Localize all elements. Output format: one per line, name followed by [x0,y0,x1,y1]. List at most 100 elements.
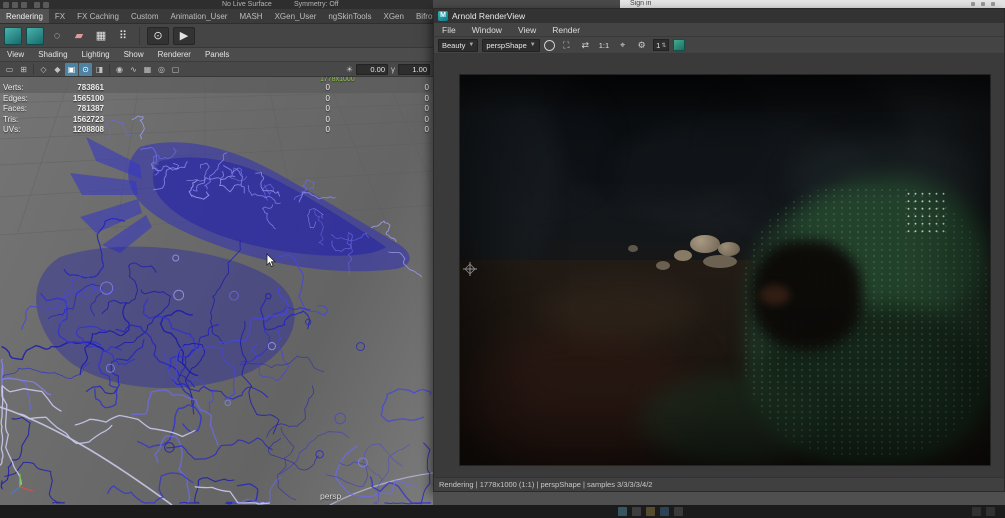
window-control-icon[interactable] [971,2,975,6]
toolbar-separator [109,63,110,75]
shelf-tab-custom[interactable]: Custom [125,9,165,23]
perspective-viewport[interactable]: Verts: 783861 0 0 Edges: 1565100 0 0 Fac… [0,77,433,505]
wire-loop [315,450,324,459]
taskbar-tray-icon[interactable] [986,507,995,516]
camera-selected-label: perspShape [486,40,527,50]
status-icon[interactable] [34,2,40,8]
taskbar-app-icon[interactable] [618,507,627,516]
shelf-tab-animation-user[interactable]: Animation_User [165,9,234,23]
wire-strand [106,119,132,140]
arnold-menu-window[interactable]: Window [464,25,510,35]
background-window-strip: Sign in [620,0,1005,8]
textured-display-icon[interactable]: ▣ [65,62,78,76]
shelf-tab-xgen-user[interactable]: XGen_User [269,9,323,23]
chevron-down-icon: ▼ [468,41,475,48]
aov-dropdown[interactable]: Beauty ▼ [438,38,479,52]
shelf-tab-bar: Rendering FX FX Caching Custom Animation… [0,9,433,24]
shelf-tab-fx-caching[interactable]: FX Caching [71,9,125,23]
toolbar-separator [33,63,34,75]
taskbar-tray-icon[interactable] [972,507,981,516]
render-region [434,54,1004,479]
isolate-select-icon[interactable]: ▢ [169,63,182,76]
wire-strand [131,115,145,140]
window-control-icon[interactable] [991,2,995,6]
wireframe-scene [0,77,433,505]
exposure-field[interactable]: 0.00 [356,63,388,75]
fluids-2d-icon[interactable] [4,26,22,45]
grid-tool-icon[interactable]: ▦ [92,27,110,45]
menu-panels[interactable]: Panels [198,50,236,59]
wireframe-display-icon[interactable]: ◇ [37,63,50,76]
fluids-3d-icon[interactable] [26,26,44,45]
zoom-1-1-button[interactable]: 1:1 [597,41,611,50]
arnold-titlebar[interactable]: M Arnold RenderView [434,9,1004,23]
gamma-icon: γ [391,64,395,74]
status-icon[interactable] [3,2,9,8]
four-view-layout-icon[interactable]: ⊞ [17,63,30,76]
wire-strand [266,385,315,438]
debug-gear-icon[interactable]: ⚙ [634,39,649,52]
color-management-icon[interactable] [673,39,686,51]
horizon-band [0,77,433,93]
arnold-menu-view[interactable]: View [510,25,544,35]
wire-strand [107,472,194,504]
taskbar [0,505,1005,518]
taskbar-app-icon[interactable] [646,507,655,516]
status-icon[interactable] [12,2,18,8]
shelf-tab-mash[interactable]: MASH [233,9,268,23]
motion-blur-icon[interactable]: ∿ [127,63,140,76]
shaded-display-icon[interactable]: ◆ [51,63,64,76]
isolate-eye-icon[interactable]: ⊙ [147,26,169,45]
render-toggle-icon[interactable] [543,39,555,51]
wire-strand [74,414,196,438]
shelf-tab-rendering[interactable]: Rendering [0,9,49,23]
shadows-display-icon[interactable]: ◨ [93,63,106,76]
ambient-occlusion-icon[interactable]: ◉ [113,63,126,76]
shelf-tab-bifrost[interactable]: Bifrost [410,9,433,23]
wire-strand [1,384,62,412]
arnold-menubar: File Window View Render [434,23,1004,37]
exposure-stepper[interactable]: 1 ⇅ [653,39,670,51]
dot-grid-tool-icon[interactable]: ⠿ [114,27,132,45]
panel-menu-bar: View Shading Lighting Show Renderer Pane… [0,48,433,62]
sign-in-button[interactable]: Sign in [630,0,651,8]
menu-show[interactable]: Show [117,50,151,59]
shelf-tab-xgen[interactable]: XGen [378,9,410,23]
multisampling-icon[interactable]: ▦ [141,63,154,76]
taskbar-app-icon[interactable] [660,507,669,516]
taskbar-app-icon[interactable] [674,507,683,516]
maya-app-icon: M [438,11,448,21]
arnold-menu-render[interactable]: Render [544,25,588,35]
menu-view[interactable]: View [0,50,31,59]
playblast-icon[interactable]: ▶ [173,26,195,45]
menu-lighting[interactable]: Lighting [75,50,117,59]
lighting-display-icon[interactable]: ⊙ [79,62,92,76]
lasso-tool-icon[interactable]: ◌ [48,27,66,45]
ab-compare-icon[interactable]: ⇄ [578,39,593,52]
viewport-toolbar: ▭ ⊞ ◇ ◆ ▣ ⊙ ◨ ◉ ∿ ▦ ◎ ▢ ☀ 0.00 γ 1.00 [0,62,433,77]
arnold-toolbar: Beauty ▼ perspShape ▼ ⛶ ⇄ 1:1 ⌖ ⚙ 1 ⇅ [434,37,1004,54]
menu-renderer[interactable]: Renderer [151,50,198,59]
shelf-tab-ngskintools[interactable]: ngSkinTools [322,9,377,23]
arnold-renderview-window: M Arnold RenderView File Window View Ren… [433,8,1005,492]
finger [70,173,138,195]
single-view-layout-icon[interactable]: ▭ [3,63,16,76]
stepper-arrows-icon[interactable]: ⇅ [661,42,666,49]
shelf-tab-fx[interactable]: FX [49,9,71,23]
region-select-icon[interactable]: ⌖ [615,39,630,52]
arnold-window-title: Arnold RenderView [452,11,526,21]
snapshot-icon[interactable]: ⛶ [559,39,574,52]
camera-dropdown[interactable]: perspShape ▼ [482,38,540,52]
render-image[interactable] [459,74,991,466]
depth-of-field-icon[interactable]: ◎ [155,63,168,76]
status-icon[interactable] [43,2,49,8]
arnold-menu-file[interactable]: File [434,25,464,35]
status-icon[interactable] [21,2,27,8]
window-control-icon[interactable] [981,2,985,6]
aov-selected-label: Beauty [442,40,466,50]
taskbar-app-icon[interactable] [632,507,641,516]
wire-strand [276,426,297,501]
eraser-tool-icon[interactable]: ▰ [70,27,88,45]
gamma-field[interactable]: 1.00 [398,63,430,75]
menu-shading[interactable]: Shading [31,50,74,59]
